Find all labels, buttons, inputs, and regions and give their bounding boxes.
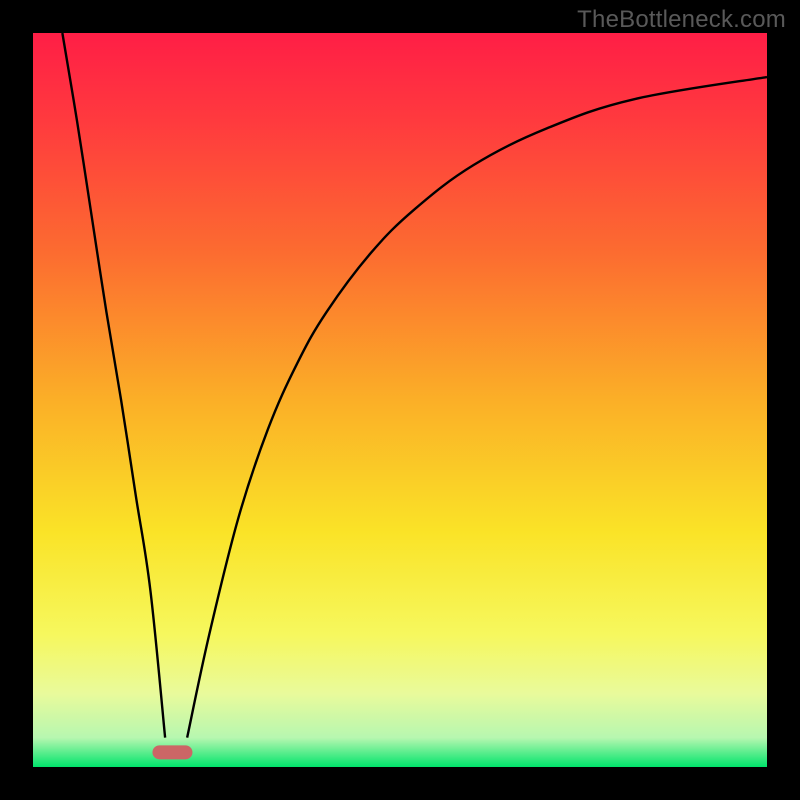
frame-left: [0, 0, 33, 800]
frame-top: [0, 0, 800, 33]
bottleneck-chart: TheBottleneck.com: [0, 0, 800, 800]
frame-right: [767, 0, 800, 800]
bottleneck-marker: [152, 745, 192, 759]
chart-svg: [0, 0, 800, 800]
frame-bottom: [0, 767, 800, 800]
plot-background: [33, 33, 767, 767]
